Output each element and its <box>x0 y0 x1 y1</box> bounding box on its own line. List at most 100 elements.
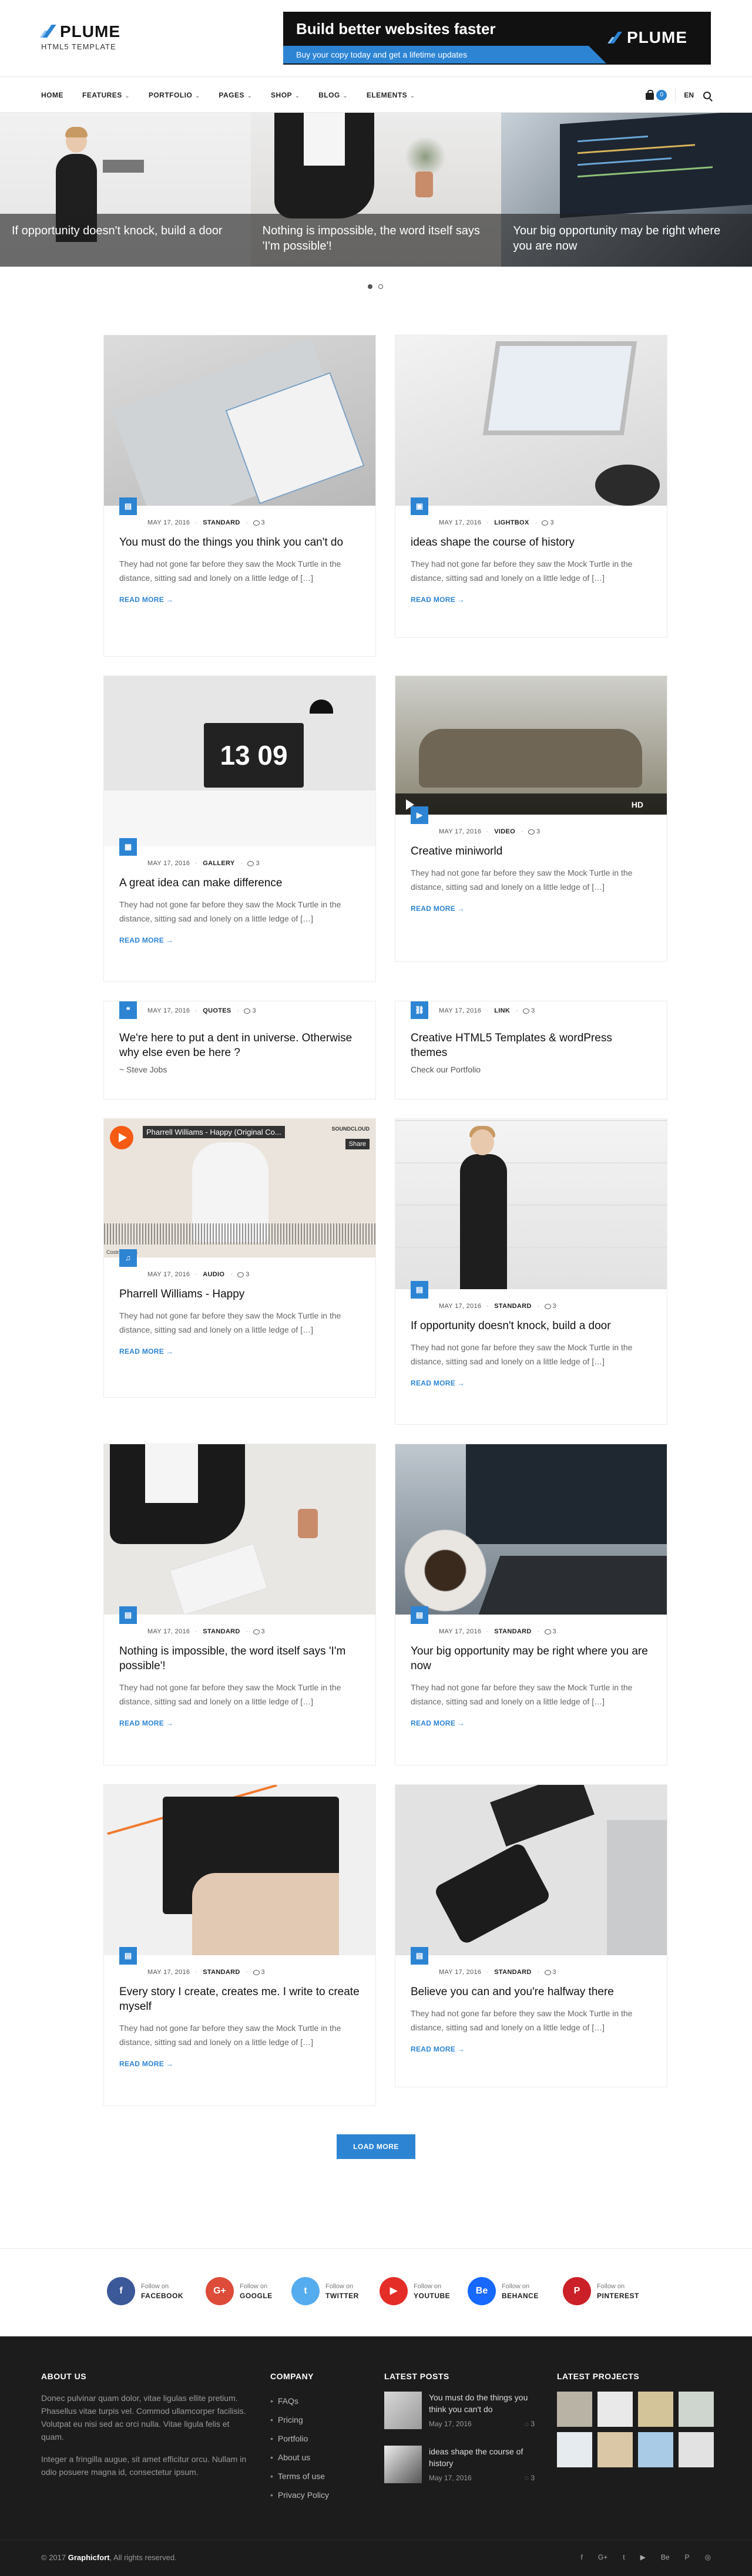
post-title[interactable]: Every story I create, creates me. I writ… <box>119 1985 360 2014</box>
follow-behance[interactable]: Be Follow on BEHANCE <box>468 2277 539 2305</box>
site-logo[interactable]: PLUME <box>39 22 120 41</box>
latest-post[interactable]: You must do the things you think you can… <box>384 2392 535 2429</box>
footer-link[interactable]: Terms of use <box>270 2467 329 2486</box>
post-image[interactable] <box>395 1444 667 1615</box>
pinterest-icon[interactable]: P <box>685 2553 690 2561</box>
google-plus-icon[interactable]: G+ <box>598 2553 607 2561</box>
post-title[interactable]: ideas shape the course of history <box>411 535 652 550</box>
project-thumb[interactable] <box>597 2392 633 2427</box>
comment-count[interactable]: 3 <box>531 1007 535 1014</box>
post-type[interactable]: GALLERY <box>203 860 234 867</box>
read-more-link[interactable]: READ MORE → <box>411 1719 465 1727</box>
facebook-icon[interactable]: f <box>581 2553 583 2561</box>
comment-count[interactable]: 3 <box>261 1969 265 1976</box>
footer-link[interactable]: About us <box>270 2448 329 2467</box>
project-thumb[interactable] <box>679 2392 714 2427</box>
post-title[interactable]: Creative miniworld <box>411 844 652 859</box>
project-thumb[interactable] <box>597 2432 633 2467</box>
play-icon[interactable] <box>110 1126 133 1149</box>
comment-count[interactable]: 3 <box>252 1007 256 1014</box>
project-thumb[interactable] <box>679 2432 714 2467</box>
post-type[interactable]: LIGHTBOX <box>494 519 529 526</box>
search-icon[interactable] <box>703 91 711 99</box>
nav-item-portfolio[interactable]: PORTFOLIO ⌄ <box>149 77 200 113</box>
post-type[interactable]: STANDARD <box>494 1969 531 1976</box>
copyright-brand[interactable]: Graphicfort <box>68 2553 110 2562</box>
post-type[interactable]: STANDARD <box>203 1969 240 1976</box>
post-title[interactable]: If opportunity doesn't knock, build a do… <box>411 1319 652 1333</box>
project-thumb[interactable] <box>557 2432 592 2467</box>
hd-badge[interactable]: HD <box>632 800 643 809</box>
read-more-link[interactable]: READ MORE → <box>119 936 173 944</box>
language-selector[interactable]: EN <box>684 91 694 99</box>
post-type[interactable]: QUOTES <box>203 1007 231 1014</box>
post-image[interactable] <box>104 335 375 506</box>
post-type[interactable]: STANDARD <box>494 1303 531 1310</box>
post-type[interactable]: AUDIO <box>203 1271 224 1278</box>
read-more-link[interactable]: READ MORE → <box>411 904 465 913</box>
nav-item-blog[interactable]: BLOG ⌄ <box>318 77 348 113</box>
behance-icon[interactable]: Be <box>661 2553 670 2561</box>
post-type[interactable]: STANDARD <box>203 1628 240 1635</box>
slide[interactable]: Nothing is impossible, the word itself s… <box>250 113 502 267</box>
post-image[interactable] <box>395 335 667 506</box>
dribbble-icon[interactable]: ◎ <box>705 2553 711 2561</box>
cart-button[interactable]: 0 <box>646 88 676 103</box>
read-more-link[interactable]: READ MORE → <box>119 596 173 604</box>
post-type[interactable]: LINK <box>494 1007 510 1014</box>
latest-post-title[interactable]: ideas shape the course of history <box>429 2446 535 2469</box>
project-thumb[interactable] <box>557 2392 592 2427</box>
post-image[interactable]: 13 09 <box>104 676 375 846</box>
comment-count[interactable]: 3 <box>261 1628 265 1635</box>
follow-pinterest[interactable]: P Follow on PINTEREST <box>563 2277 639 2305</box>
hero-slider[interactable]: If opportunity doesn't knock, build a do… <box>0 113 752 267</box>
track-title[interactable]: Pharrell Williams - Happy (Original Co..… <box>143 1126 285 1138</box>
post-title[interactable]: Believe you can and you're halfway there <box>411 1985 652 1999</box>
nav-item-home[interactable]: HOME <box>41 77 63 113</box>
post-title[interactable]: Nothing is impossible, the word itself s… <box>119 1644 360 1673</box>
comment-count[interactable]: 3 <box>536 828 540 835</box>
footer-link[interactable]: Privacy Policy <box>270 2486 329 2504</box>
youtube-icon[interactable]: ▶ <box>640 2553 646 2561</box>
load-more-button[interactable]: LOAD MORE <box>337 2134 415 2159</box>
comment-count[interactable]: 3 <box>246 1271 249 1278</box>
slide[interactable]: If opportunity doesn't knock, build a do… <box>0 113 251 267</box>
footer-link[interactable]: Portfolio <box>270 2429 329 2448</box>
follow-google[interactable]: G+ Follow on GOOGLE <box>206 2277 273 2305</box>
nav-item-elements[interactable]: ELEMENTS ⌄ <box>367 77 415 113</box>
read-more-link[interactable]: READ MORE → <box>119 2060 173 2068</box>
post-title[interactable]: Creative HTML5 Templates & wordPress the… <box>411 1031 652 1060</box>
read-more-link[interactable]: READ MORE → <box>411 1379 465 1387</box>
follow-facebook[interactable]: f Follow on FACEBOOK <box>107 2277 183 2305</box>
nav-item-pages[interactable]: PAGES ⌄ <box>219 77 252 113</box>
comment-count[interactable]: 3 <box>553 1969 556 1976</box>
comment-count[interactable]: 3 <box>553 1628 556 1635</box>
twitter-icon[interactable]: t <box>623 2553 625 2561</box>
follow-twitter[interactable]: t Follow on TWITTER <box>291 2277 359 2305</box>
read-more-link[interactable]: READ MORE → <box>119 1719 173 1727</box>
post-title[interactable]: Your big opportunity may be right where … <box>411 1644 652 1673</box>
follow-youtube[interactable]: ▶ Follow on YOUTUBE <box>380 2277 450 2305</box>
read-more-link[interactable]: READ MORE → <box>411 596 465 604</box>
footer-link[interactable]: Pricing <box>270 2410 329 2429</box>
audio-player[interactable]: Pharrell Williams - Happy (Original Co..… <box>104 1119 375 1257</box>
nav-item-features[interactable]: FEATURES ⌄ <box>82 77 130 113</box>
post-type[interactable]: VIDEO <box>494 828 515 835</box>
share-button[interactable]: Share <box>345 1139 370 1149</box>
video-player[interactable]: HD <box>395 676 667 815</box>
project-thumb[interactable] <box>638 2392 673 2427</box>
post-image[interactable] <box>104 1785 375 1955</box>
latest-post[interactable]: ideas shape the course of history May 17… <box>384 2446 535 2483</box>
post-title[interactable]: We're here to put a dent in universe. Ot… <box>119 1031 360 1060</box>
post-image[interactable] <box>395 1785 667 1955</box>
post-title[interactable]: Pharrell Williams - Happy <box>119 1287 360 1302</box>
promo-banner[interactable]: Build better websites faster Buy your co… <box>283 12 711 65</box>
comment-count[interactable]: 3 <box>256 860 259 867</box>
post-image[interactable] <box>395 1119 667 1289</box>
read-more-link[interactable]: READ MORE → <box>411 2045 465 2053</box>
project-thumb[interactable] <box>638 2432 673 2467</box>
latest-post-title[interactable]: You must do the things you think you can… <box>429 2392 535 2415</box>
post-title[interactable]: You must do the things you think you can… <box>119 535 360 550</box>
read-more-link[interactable]: READ MORE → <box>119 1347 173 1356</box>
comment-count[interactable]: 3 <box>553 1303 556 1310</box>
